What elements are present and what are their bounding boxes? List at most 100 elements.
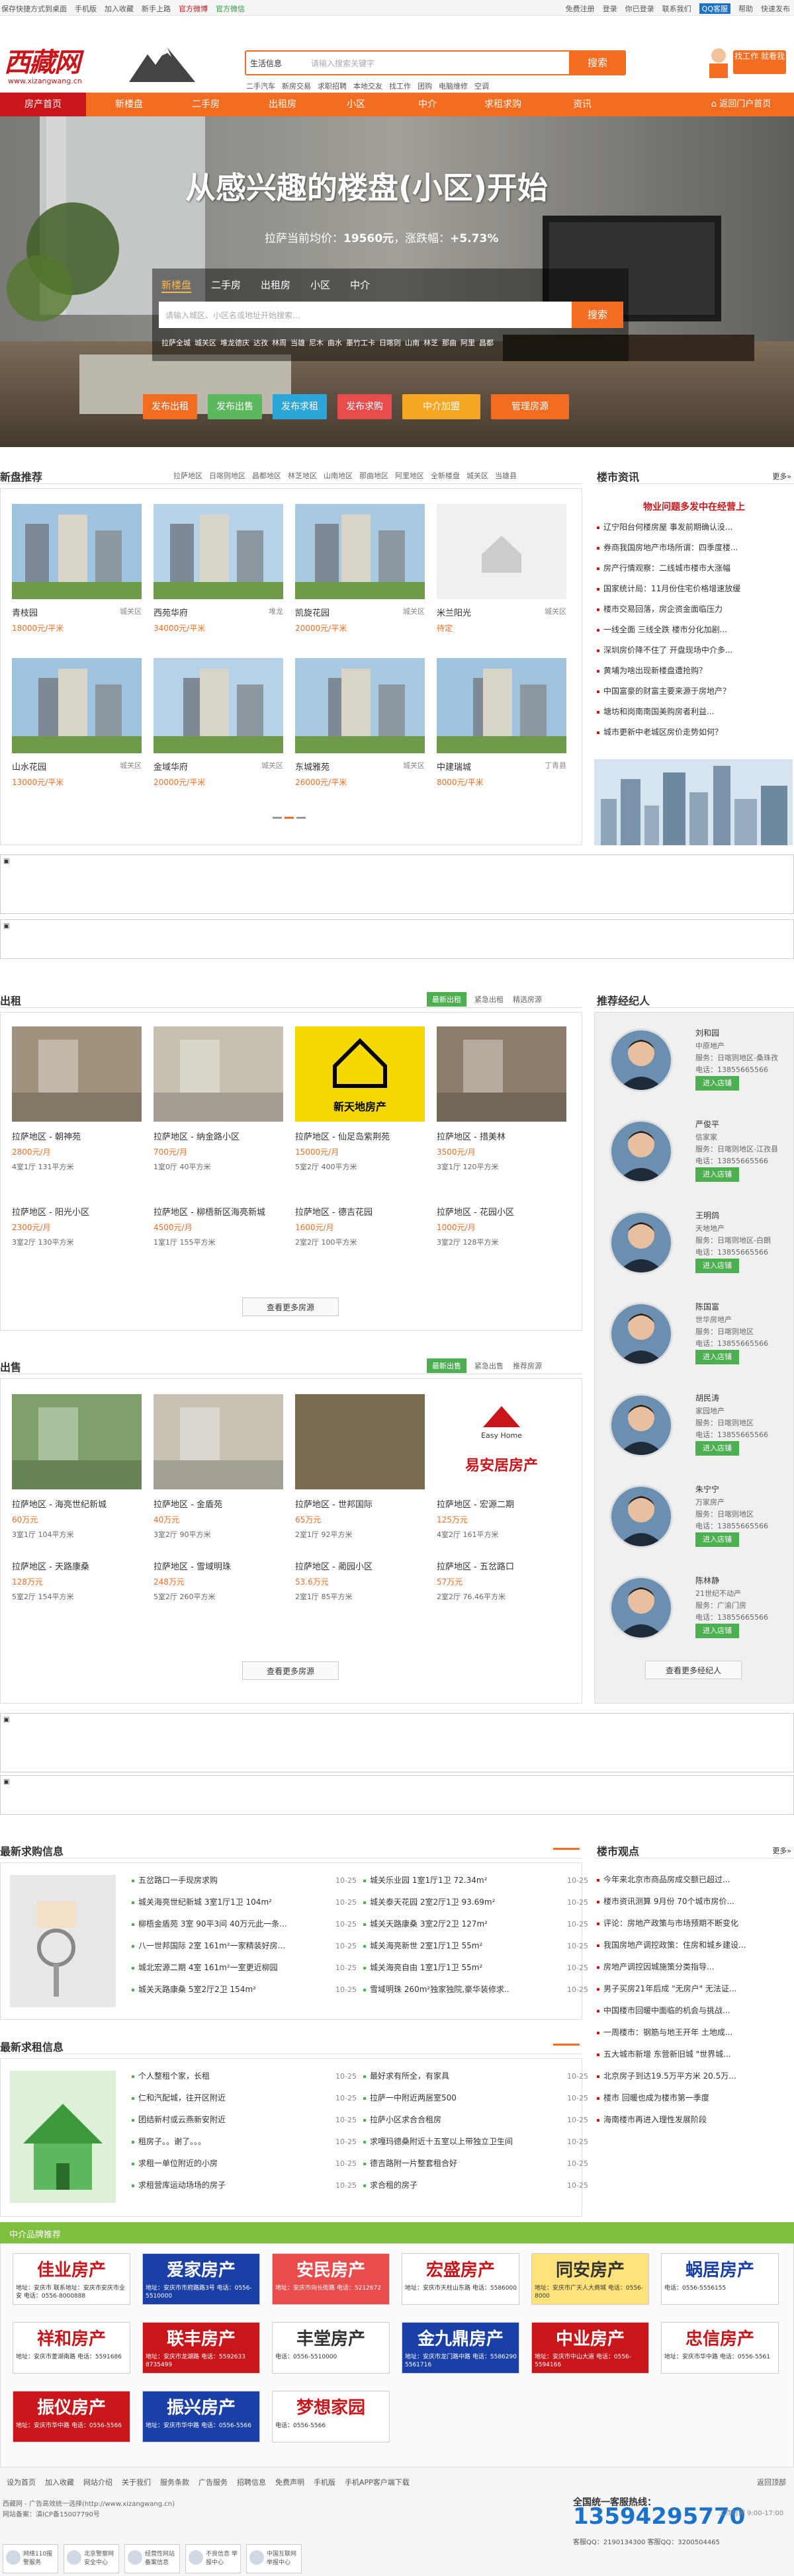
sale-card[interactable]: 拉萨地区 - 蔺园小区 53.6万元 2室1厅 85平方米 — [295, 1552, 433, 1602]
building-image[interactable] — [12, 504, 142, 599]
enter-shop-button[interactable]: 进入店铺 — [695, 1167, 739, 1182]
view-more-link[interactable]: 更多» — [772, 1845, 791, 1856]
area-link[interactable]: 林周 — [272, 337, 287, 348]
area-link[interactable]: 那曲 — [442, 337, 457, 348]
mobile-link[interactable]: 手机版 — [75, 3, 97, 14]
enter-shop-button[interactable]: 进入店铺 — [695, 1441, 739, 1456]
request-title[interactable]: 仁和汽配城，往开区附近 — [138, 2093, 226, 2102]
back-to-top-link[interactable]: 返回顶部 — [757, 2477, 786, 2487]
sale-card[interactable]: 拉萨地区 - 天路康桑 128万元 5室2厅 154平方米 — [12, 1552, 150, 1602]
hero-search-input[interactable]: 请输入城区、小区名或地址开始搜索... — [159, 302, 572, 328]
agent-avatar[interactable] — [609, 1028, 673, 1092]
request-item[interactable]: 雪域明珠 260m²独家独院,豪华装修求.. 10-25 — [362, 1979, 594, 2001]
rent-card[interactable]: 拉萨地区 - 德吉花园 1600元/月 2室2厅 100平方米 — [295, 1197, 433, 1247]
agent-avatar[interactable] — [609, 1211, 673, 1274]
agency-brand[interactable]: 振仪房产 地址：安庆市华中路 电话：0556-5566 — [13, 2391, 130, 2442]
agency-brand[interactable]: 祥和房产 地址：安庆市菱湖南路 电话：5591686 — [13, 2322, 130, 2374]
view-item[interactable]: 中国楼市回暖中面临的机会与挑战... — [594, 2000, 794, 2022]
trust-badge[interactable]: 网络110报警服务 — [3, 2544, 58, 2573]
newhouse-card[interactable]: 西苑华府 堆龙 34000元/平米 — [154, 504, 288, 634]
agent-card[interactable]: 王明鸽 天地地产 服务：日喀则地区-白朗 电话：13855665566 进入店铺 — [595, 1203, 791, 1302]
manage-listings-button[interactable]: 管理房源 — [491, 394, 569, 419]
region-tab[interactable]: 山南地区 — [324, 470, 353, 481]
rent-card[interactable]: 拉萨地区 - 纳金路小区 700元/月 1室0厅 40平方米 — [154, 1026, 291, 1172]
agent-name[interactable]: 刘和园 — [695, 1027, 719, 1038]
sale-title[interactable]: 拉萨地区 - 世邦国际 — [295, 1497, 433, 1510]
request-title[interactable]: 求合租的房子 — [370, 2181, 418, 2190]
enter-shop-button[interactable]: 进入店铺 — [695, 1076, 739, 1091]
nav-back-portal[interactable]: ⌂ 返回门户首页 — [688, 93, 794, 116]
region-tab[interactable]: 拉萨地区 — [173, 470, 202, 481]
rent-title[interactable]: 拉萨地区 - 措美林 — [437, 1130, 574, 1142]
rent-title[interactable]: 拉萨地区 - 纳金路小区 — [154, 1130, 291, 1142]
request-item[interactable]: 团结新村或云燕新安附近 10-25 — [130, 2109, 362, 2131]
trust-badge[interactable]: 北京警察网 安全中心 — [64, 2544, 119, 2573]
contact-link[interactable]: 联系我们 — [662, 3, 691, 14]
area-link[interactable]: 拉萨全城 — [161, 337, 191, 348]
view-item[interactable]: 我国房地产调控政策：住房和城乡建设... — [594, 1934, 794, 1956]
hot-link[interactable]: 空调 — [474, 81, 489, 91]
area-link[interactable]: 墨竹工卡 — [346, 337, 375, 348]
hot-link[interactable]: 本地交友 — [353, 81, 382, 91]
news-more-link[interactable]: 更多» — [772, 471, 791, 481]
request-title[interactable]: 城关海亮世纪新城 3室1厅1卫 104m² — [138, 1897, 272, 1907]
hot-link[interactable]: 团购 — [418, 81, 432, 91]
save-shortcut-link[interactable]: 保存快捷方式到桌面 — [1, 3, 67, 14]
request-item[interactable]: 求合租的房子 10-25 — [362, 2175, 594, 2196]
request-item[interactable]: 城关海亮自由 1室1厅1卫 55m² 10-25 — [362, 1957, 594, 1979]
request-title[interactable]: 团结新村或云燕新安附近 — [138, 2115, 226, 2124]
post-sale-button[interactable]: 发布出售 — [208, 394, 262, 419]
logged-link[interactable]: 你已登录 — [625, 3, 654, 14]
footer-link[interactable]: 广告服务 — [198, 2477, 228, 2487]
sale-tab-latest[interactable]: 最新出售 — [427, 1358, 466, 1373]
request-title[interactable]: 德吉路附一片整套租合好 — [370, 2159, 457, 2168]
request-item[interactable]: 拉萨一中附近两居室500 10-25 — [362, 2087, 594, 2109]
nav-wanted[interactable]: 求租求购 — [463, 93, 543, 116]
quick-post-link[interactable]: 快速发布 — [761, 3, 790, 14]
footer-link[interactable]: 网站介绍 — [83, 2477, 112, 2487]
newhouse-card[interactable]: 金域华府 城关区 20000元/平米 — [154, 658, 288, 788]
agent-avatar[interactable] — [609, 1302, 673, 1366]
house-photo[interactable] — [12, 1026, 142, 1122]
region-tab[interactable]: 城关区 — [466, 470, 488, 481]
hero-search-button[interactable]: 搜索 — [572, 302, 623, 328]
request-item[interactable]: 求租营库运动场场的房子 10-25 — [130, 2175, 362, 2196]
request-title[interactable]: 柳梧金盾苑 3室 90平3间 40万元此一条... — [138, 1919, 287, 1929]
sale-tab-urgent[interactable]: 紧急出售 — [473, 1358, 505, 1373]
request-item[interactable]: 拉萨小区求合合租房 10-25 — [362, 2109, 594, 2131]
ad-banner[interactable]: ▣ — [0, 919, 794, 959]
news-item[interactable]: 辽宁阳台何楼房屋 事发前期确认没... — [594, 517, 794, 538]
view-item[interactable]: 楼市 回暖也成为楼市第一季度 — [594, 2087, 794, 2109]
request-item[interactable]: 仁和汽配城，往开区附近 10-25 — [130, 2087, 362, 2109]
hot-link[interactable]: 新房交易 — [282, 81, 311, 91]
agency-brand[interactable]: 同安房产 地址：安庆市广天人大商城 电话：0556-8000 — [531, 2253, 649, 2305]
newhouse-card[interactable]: 东城雅苑 城关区 26000元/平米 — [295, 658, 430, 788]
view-item[interactable]: 海南楼市再进入理性发展阶段 — [594, 2109, 794, 2131]
building-image[interactable] — [154, 658, 283, 753]
newbie-link[interactable]: 新手上路 — [142, 3, 171, 14]
sale-card[interactable]: 拉萨地区 - 海亮世纪新城 60万元 3室1厅 104平方米 — [12, 1394, 150, 1540]
area-link[interactable]: 日喀则 — [379, 337, 401, 348]
request-title[interactable]: 城关乐业园 1室1厅1卫 72.34m² — [370, 1876, 487, 1885]
nav-news[interactable]: 资讯 — [543, 93, 622, 116]
enter-shop-button[interactable]: 进入店铺 — [695, 1350, 739, 1364]
rent-tab-latest[interactable]: 最新出租 — [427, 992, 466, 1007]
region-tab[interactable]: 阿里地区 — [395, 470, 424, 481]
help-link[interactable]: 帮助 — [738, 3, 753, 14]
sale-title[interactable]: 拉萨地区 - 五岔路口 — [437, 1559, 574, 1572]
search-button[interactable]: 搜索 — [569, 50, 626, 75]
request-item[interactable]: 城关天路康桑 3室2厅2卫 127m² 10-25 — [362, 1913, 594, 1935]
agent-name[interactable]: 朱宁宁 — [695, 1483, 719, 1495]
agent-card[interactable]: 严俊平 信家家 服务：日喀则地区-江孜县 电话：13855665566 进入店铺 — [595, 1112, 791, 1211]
request-title[interactable]: 城北宏源二期 4室 161m²一室更近柳园 — [138, 1963, 278, 1972]
house-photo[interactable]: 新天地房产 — [295, 1026, 425, 1122]
sale-title[interactable]: 拉萨地区 - 天路康桑 — [12, 1559, 150, 1572]
post-rent-button[interactable]: 发布出租 — [143, 394, 197, 419]
rent-title[interactable]: 拉萨地区 - 朝神苑 — [12, 1130, 150, 1142]
view-item[interactable]: 今年来北京市商品房成交额已超过... — [594, 1869, 794, 1891]
enter-shop-button[interactable]: 进入店铺 — [695, 1532, 739, 1547]
agency-brand[interactable]: 梦想家园 电话：0556-5566 — [272, 2391, 390, 2442]
area-link[interactable]: 山南 — [405, 337, 419, 348]
region-tab[interactable]: 昌都地区 — [252, 470, 281, 481]
news-item[interactable]: 深圳房价降不住了 开盘现场中介多... — [594, 640, 794, 661]
